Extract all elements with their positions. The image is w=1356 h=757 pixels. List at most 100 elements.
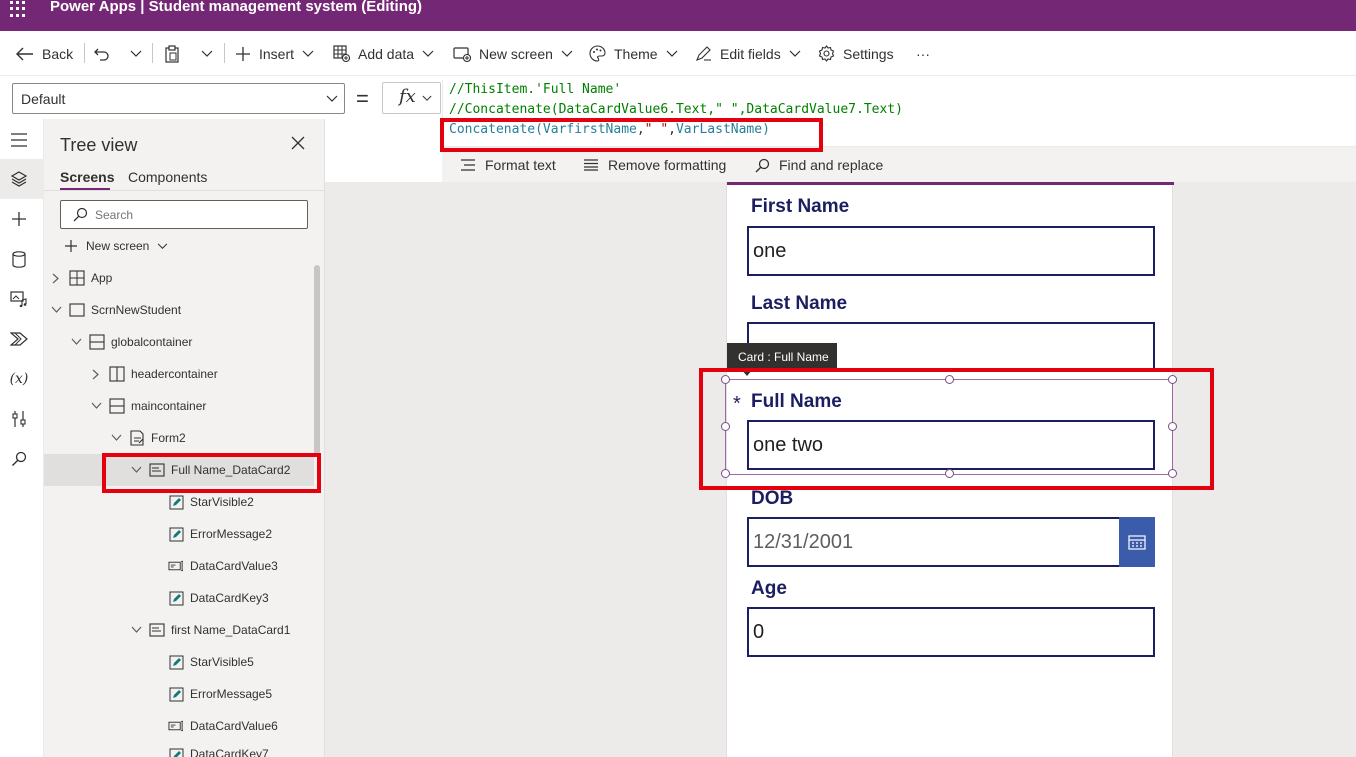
dob-date-input[interactable] (747, 517, 1120, 567)
tree-node-label-control[interactable]: StarVisible2 (168, 486, 254, 518)
theme-label: Theme (614, 45, 658, 62)
text-input-icon (168, 718, 184, 734)
first-name-input[interactable] (747, 226, 1155, 276)
tree-node-datacard-selected[interactable]: Full Name_DataCard2 (44, 454, 314, 486)
selected-card-outline[interactable] (721, 375, 1177, 478)
add-data-button[interactable]: Add data (333, 31, 434, 76)
chevron-down-icon (326, 95, 338, 102)
age-input[interactable] (747, 607, 1155, 657)
advanced-tools-icon[interactable] (9, 409, 29, 429)
tree-node-label-control[interactable]: ErrorMessage5 (168, 678, 272, 710)
resize-handle[interactable] (721, 422, 730, 431)
format-text-button[interactable]: Format text (460, 147, 556, 183)
formula-format-bar: Format text Remove formatting Find and r… (442, 146, 1356, 182)
find-replace-label: Find and replace (779, 157, 884, 173)
dob-label: DOB (751, 488, 794, 509)
tree-scrollbar[interactable] (314, 265, 320, 455)
formula-editor[interactable]: //ThisItem.'Full Name' //Concatenate(Dat… (442, 80, 1356, 146)
settings-button[interactable]: Settings (818, 31, 894, 76)
chevron-down-icon (789, 50, 801, 57)
equals-sign: = (356, 86, 369, 111)
resize-handle[interactable] (1168, 375, 1177, 384)
edit-fields-button[interactable]: Edit fields (695, 31, 801, 76)
search-input[interactable] (95, 205, 295, 225)
chevron-down-icon[interactable] (110, 432, 122, 444)
resize-handle[interactable] (945, 469, 954, 478)
property-dropdown[interactable]: Default (12, 83, 345, 114)
tree-node-app[interactable]: App (50, 262, 112, 294)
more-options-button[interactable]: ··· (916, 31, 930, 76)
tree-node-form[interactable]: Form2 (110, 422, 186, 454)
variables-icon[interactable]: (x) (9, 369, 29, 389)
insert-button[interactable]: Insert (235, 31, 314, 76)
remove-formatting-button[interactable]: Remove formatting (583, 147, 726, 183)
function-button[interactable]: fx (382, 82, 441, 114)
tree-view-title: Tree view (60, 135, 138, 155)
tree-node-input-control[interactable]: DataCardValue3 (168, 550, 278, 582)
tree-node-label-control[interactable]: ErrorMessage2 (168, 518, 272, 550)
hamburger-menu-icon[interactable] (9, 130, 29, 150)
tree-node-container[interactable]: globalcontainer (70, 326, 192, 358)
tree-node-container[interactable]: maincontainer (90, 390, 206, 422)
resize-handle[interactable] (1168, 469, 1177, 478)
resize-handle[interactable] (1168, 422, 1177, 431)
paste-button[interactable] (164, 31, 180, 76)
data-cylinder-icon[interactable] (9, 249, 29, 269)
tree-node-label: globalcontainer (111, 335, 193, 349)
new-screen-tree-button[interactable]: New screen (64, 236, 168, 256)
insert-label: Insert (259, 45, 295, 62)
insert-plus-icon[interactable] (9, 209, 29, 229)
chevron-right-icon[interactable] (90, 368, 102, 380)
edit-fields-label: Edit fields (720, 45, 781, 62)
tree-node-label-control[interactable]: DataCardKey3 (168, 582, 269, 614)
chevron-down-icon[interactable] (70, 336, 82, 348)
find-replace-button[interactable]: Find and replace (755, 147, 883, 183)
layers-icon[interactable] (9, 169, 29, 189)
chevron-down-icon[interactable] (90, 400, 102, 412)
tree-node-screen[interactable]: ScrnNewStudent (50, 294, 181, 326)
close-icon[interactable] (291, 136, 305, 155)
formula-comma: , (668, 122, 676, 137)
format-text-label: Format text (485, 157, 556, 173)
tree-node-datacard[interactable]: first Name_DataCard1 (130, 614, 290, 646)
calendar-button[interactable] (1119, 517, 1155, 567)
tree-node-label-control[interactable]: StarVisible5 (168, 646, 254, 678)
tree-node-label: DataCardKey7 (190, 747, 269, 757)
paste-dropdown[interactable] (201, 31, 213, 76)
plus-icon (236, 46, 250, 61)
tab-screens[interactable]: Screens (60, 169, 114, 185)
divider (44, 190, 325, 191)
formula-var-last: VarLastName (675, 122, 763, 137)
undo-dropdown[interactable] (130, 31, 142, 76)
gear-icon (818, 45, 835, 62)
resize-handle[interactable] (721, 375, 730, 384)
app-title: Power Apps | Student management system (… (50, 0, 423, 15)
more-label: ··· (916, 45, 930, 62)
app-launcher-icon[interactable] (10, 1, 26, 17)
datacard-icon (149, 462, 165, 478)
chevron-right-icon[interactable] (50, 272, 62, 284)
canvas-area: First Name Last Name * Full Name DOB Age… (325, 182, 1356, 757)
resize-handle[interactable] (721, 469, 730, 478)
tab-components[interactable]: Components (128, 169, 207, 185)
tree-node-label-control[interactable]: DataCardKey7 (168, 742, 269, 757)
new-screen-button[interactable]: New screen (453, 31, 573, 76)
back-button[interactable]: Back (16, 31, 73, 76)
first-name-label: First Name (751, 196, 850, 217)
resize-handle[interactable] (945, 375, 954, 384)
chevron-down-icon[interactable] (130, 464, 142, 476)
theme-button[interactable]: Theme (589, 31, 678, 76)
tree-node-input-control[interactable]: DataCardValue6 (168, 710, 278, 742)
chevron-down-icon[interactable] (50, 304, 62, 316)
search-icon[interactable] (9, 449, 29, 469)
media-icon[interactable] (9, 289, 29, 309)
form-icon (129, 430, 145, 446)
undo-button[interactable] (94, 31, 110, 76)
chevron-down-icon[interactable] (130, 624, 142, 636)
power-automate-icon[interactable] (9, 329, 29, 349)
edit-label-icon (168, 526, 184, 542)
chevron-down-icon (158, 243, 168, 249)
tree-node-container[interactable]: headercontainer (90, 358, 218, 390)
tree-search-box[interactable] (60, 200, 308, 229)
property-value: Default (21, 91, 66, 107)
